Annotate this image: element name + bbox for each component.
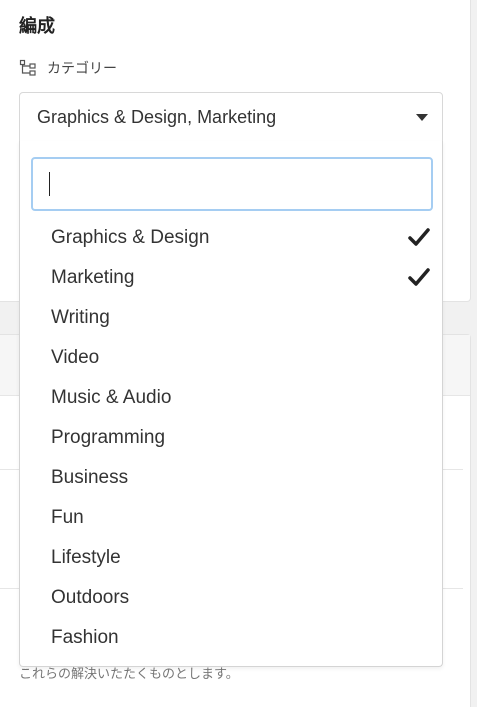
option-fashion[interactable]: Fashion	[20, 618, 442, 658]
category-select[interactable]: Graphics & Design, Marketing	[19, 92, 443, 142]
option-label: Music & Audio	[51, 387, 172, 408]
page: 編成 カテゴリー Graphics & Design, Marketing これ…	[0, 0, 477, 707]
option-label: Marketing	[51, 267, 135, 288]
option-label: Writing	[51, 307, 110, 328]
section-title: 編成	[19, 16, 55, 37]
text-cursor	[49, 172, 50, 196]
option-music-audio[interactable]: Music & Audio	[20, 378, 442, 418]
option-writing[interactable]: Writing	[20, 298, 442, 338]
category-dropdown: Graphics & Design Marketing Writing Vide…	[19, 141, 443, 667]
category-label-text: カテゴリー	[47, 61, 117, 77]
option-graphics-design[interactable]: Graphics & Design	[20, 218, 442, 258]
category-tree-icon	[19, 59, 36, 76]
option-label: Fun	[51, 507, 84, 528]
option-label: Business	[51, 467, 129, 488]
checkmark-icon	[408, 228, 430, 246]
option-label: Lifestyle	[51, 547, 121, 568]
option-label: Graphics & Design	[51, 227, 210, 248]
dropdown-options: Graphics & Design Marketing Writing Vide…	[20, 218, 442, 658]
option-programming[interactable]: Programming	[20, 418, 442, 458]
caret-down-icon[interactable]	[416, 114, 428, 121]
option-video[interactable]: Video	[20, 338, 442, 378]
checkmark-icon	[408, 268, 430, 286]
option-label: Outdoors	[51, 587, 130, 608]
category-select-value: Graphics & Design, Marketing	[37, 107, 277, 127]
category-label: カテゴリー	[19, 58, 117, 78]
option-label: Video	[51, 347, 100, 368]
option-business[interactable]: Business	[20, 458, 442, 498]
dropdown-search-input[interactable]	[31, 157, 433, 211]
option-label: Fashion	[51, 627, 119, 648]
option-lifestyle[interactable]: Lifestyle	[20, 538, 442, 578]
option-outdoors[interactable]: Outdoors	[20, 578, 442, 618]
option-marketing[interactable]: Marketing	[20, 258, 442, 298]
option-label: Programming	[51, 427, 166, 448]
option-fun[interactable]: Fun	[20, 498, 442, 538]
